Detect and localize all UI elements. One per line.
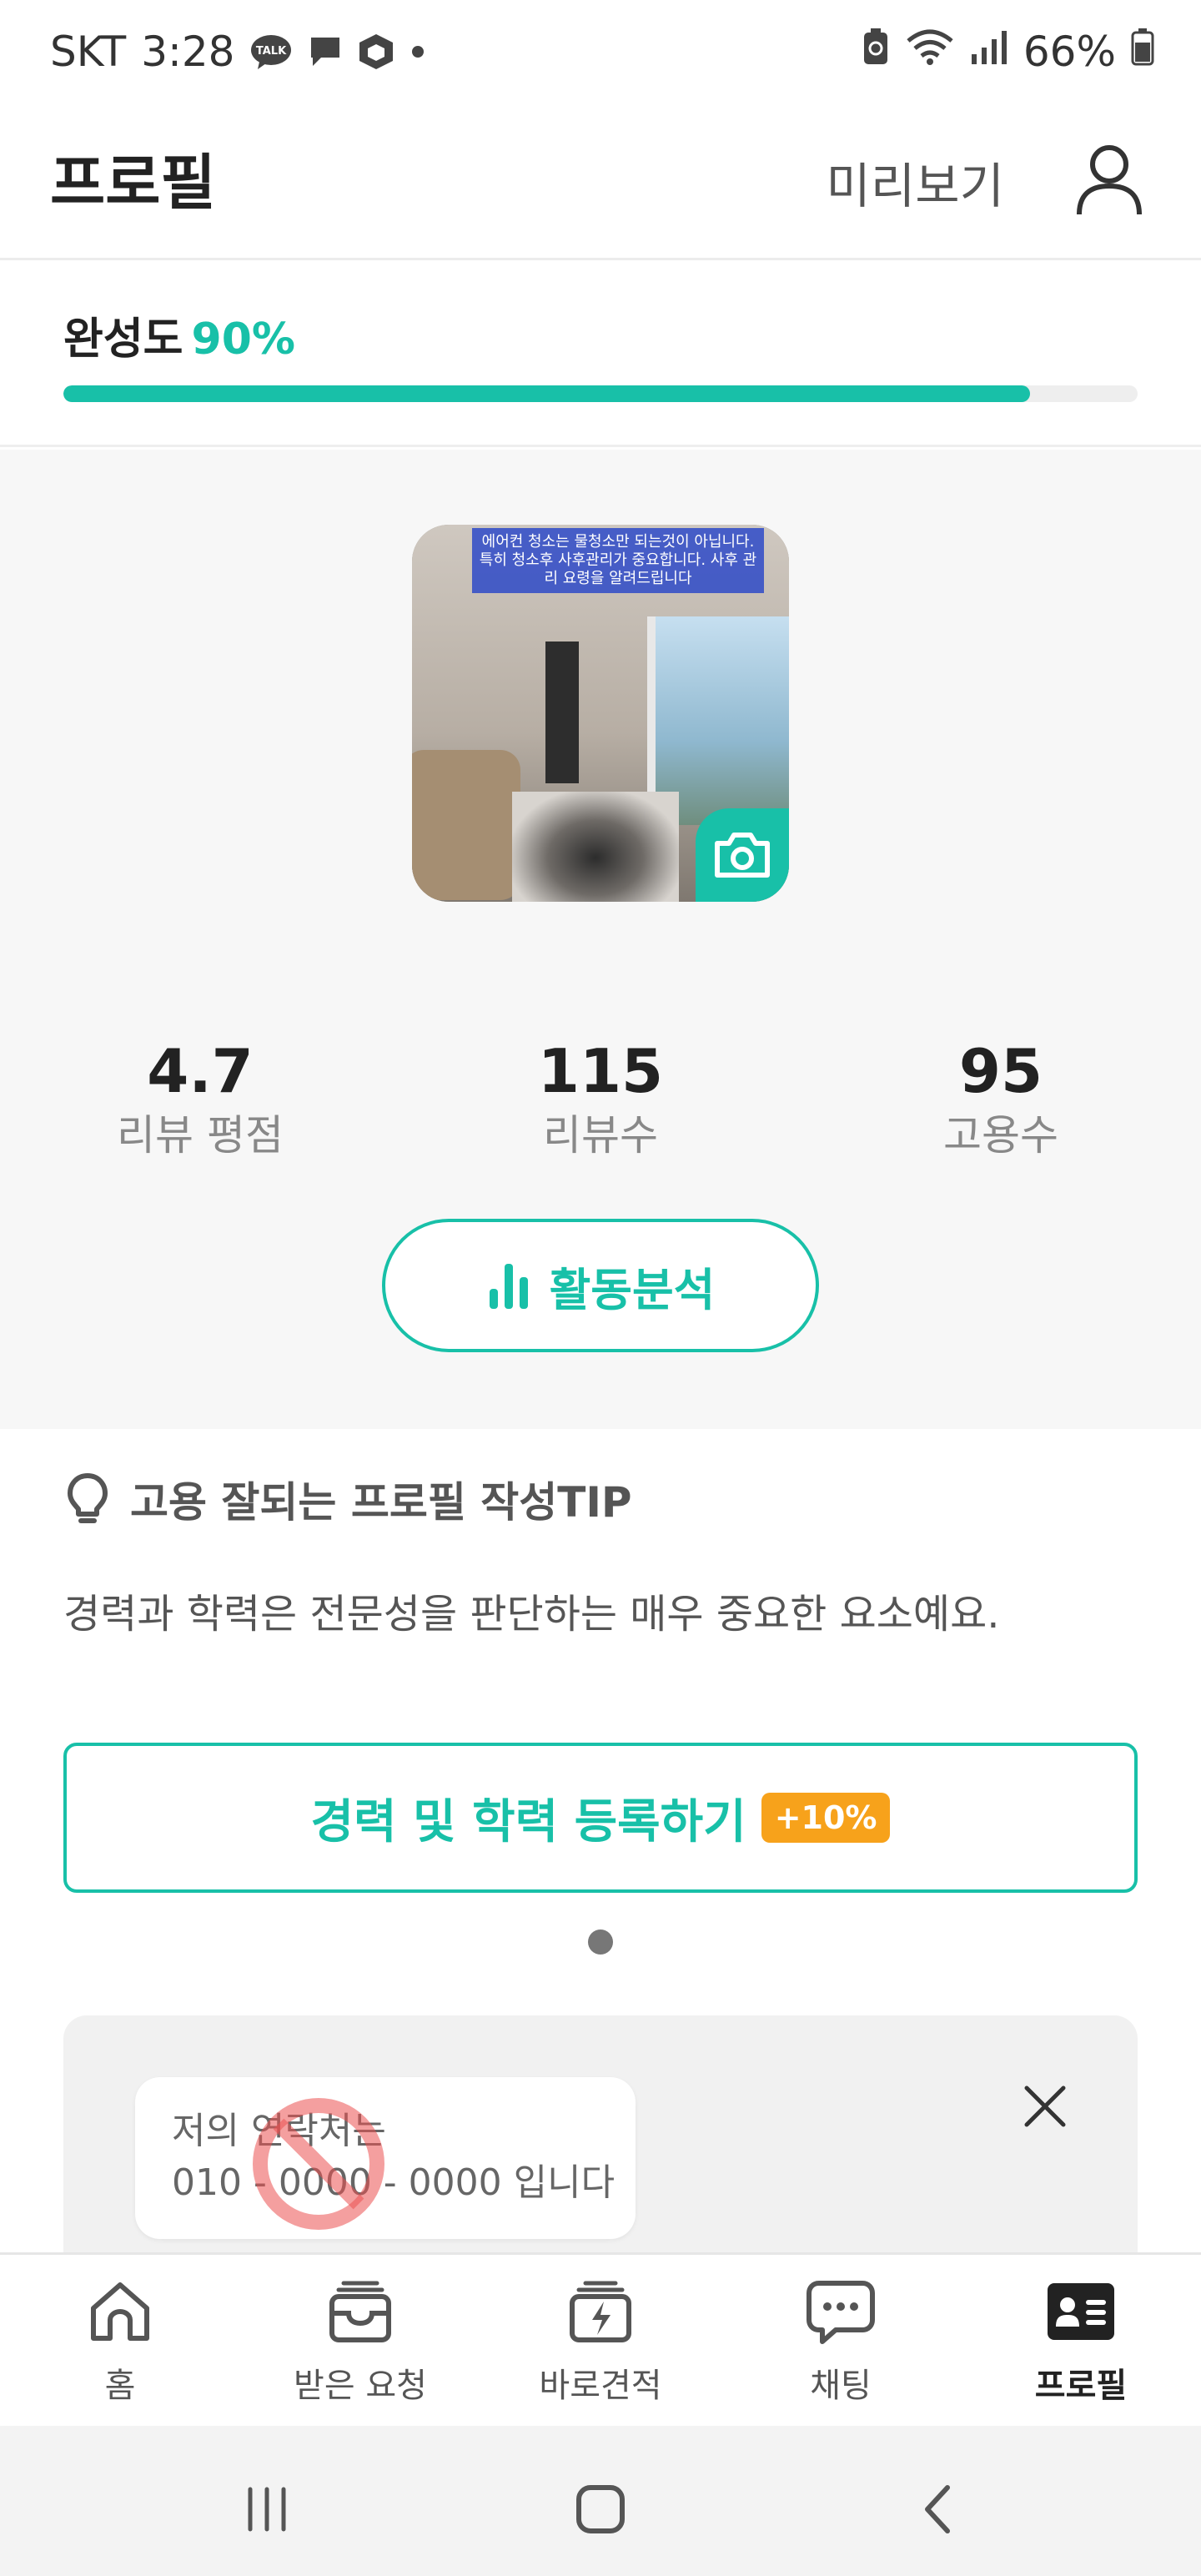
dot-icon — [410, 43, 426, 60]
status-bar: SKT 3:28 TALK 66% — [0, 0, 1201, 100]
message-icon — [308, 34, 343, 69]
prohibited-icon — [253, 2098, 384, 2230]
tip-title-text: 고용 잘되는 프로필 작성TIP — [130, 1478, 632, 1527]
camera-icon — [715, 833, 770, 878]
recent-apps-button[interactable] — [225, 2468, 309, 2551]
bar-chart-icon — [489, 1264, 528, 1309]
photo-cabinet — [545, 641, 579, 783]
back-arrow-icon — [925, 2485, 950, 2533]
stat-value: 115 — [537, 1036, 664, 1106]
close-button[interactable] — [1016, 2077, 1074, 2136]
nav-label: 바로견적 — [539, 2367, 662, 2405]
close-icon — [1024, 2085, 1066, 2127]
profile-tip-section: 고용 잘되는 프로필 작성TIP 경력과 학력은 전문성을 판단하는 매우 중요… — [0, 1429, 1201, 2013]
profile-photo[interactable]: 에어컨 청소는 물청소만 되는것이 아닙니다. 특히 청소후 사후관리가 중요합… — [412, 525, 789, 902]
wifi-icon — [905, 28, 955, 76]
completion-percent: 90% — [191, 314, 295, 365]
kakaotalk-icon: TALK — [249, 33, 293, 70]
stat-review-count: 115 리뷰수 — [475, 1034, 726, 1162]
nav-item-received-requests[interactable]: 받은 요청 — [260, 2275, 460, 2417]
completion-progress-fill — [63, 385, 1031, 402]
account-button[interactable] — [1068, 138, 1151, 222]
home-system-button[interactable] — [559, 2468, 642, 2551]
nav-item-profile[interactable]: 프로필 — [981, 2275, 1181, 2417]
nav-label: 프로필 — [1034, 2367, 1128, 2405]
stat-label: 고용수 — [943, 1111, 1058, 1160]
home-icon — [83, 2275, 157, 2348]
stat-hire-count: 95 고용수 — [876, 1034, 1126, 1162]
profile-summary: 에어컨 청소는 물청소만 되는것이 아닙니다. 특히 청소후 사후관리가 중요합… — [0, 450, 1201, 1429]
nav-label: 홈 — [104, 2367, 136, 2405]
status-right: 66% — [862, 25, 1154, 78]
stat-label: 리뷰 평점 — [117, 1111, 284, 1160]
change-photo-button[interactable] — [696, 808, 789, 902]
bottom-navigation: 홈 받은 요청 바로견적 채팅 프로필 — [0, 2252, 1201, 2426]
stat-value: 4.7 — [147, 1036, 254, 1106]
box-icon — [358, 33, 394, 71]
nav-item-quick-quote[interactable]: 바로견적 — [500, 2275, 701, 2417]
carrier: SKT — [50, 28, 127, 76]
nav-item-home[interactable]: 홈 — [20, 2275, 220, 2417]
contact-notice-card: 저의 연락처는 010 - 0000 - 0000 입니다 — [63, 2015, 1138, 2266]
stat-label: 리뷰수 — [543, 1111, 658, 1160]
photo-sofa — [412, 750, 520, 900]
completion-label: 완성도 90% — [63, 304, 295, 366]
page-title: 프로필 — [50, 148, 216, 218]
system-navigation-bar — [0, 2426, 1201, 2576]
svg-text:TALK: TALK — [256, 45, 287, 58]
battery-percent: 66% — [1023, 28, 1116, 76]
chat-icon — [804, 2275, 877, 2348]
battery-saver-icon — [862, 28, 890, 76]
app-header: 프로필 미리보기 — [0, 100, 1201, 260]
back-button[interactable] — [896, 2468, 979, 2551]
completion-section: 완성도 90% — [0, 260, 1201, 447]
carousel-indicator — [588, 1929, 613, 1955]
profile-card-icon — [1044, 2275, 1118, 2348]
photo-caption: 에어컨 청소는 물청소만 되는것이 아닙니다. 특히 청소후 사후관리가 중요합… — [472, 528, 764, 593]
bonus-badge: +10% — [761, 1793, 891, 1843]
person-icon — [1077, 145, 1142, 215]
nav-item-chat[interactable]: 채팅 — [741, 2275, 941, 2417]
stat-rating: 4.7 리뷰 평점 — [75, 1034, 325, 1162]
register-career-label: 경력 및 학력 등록하기 — [310, 1794, 746, 1849]
inbox-icon — [324, 2275, 397, 2348]
stats-row: 4.7 리뷰 평점 115 리뷰수 95 고용수 — [0, 1034, 1201, 1167]
status-left: SKT 3:28 TALK — [50, 25, 426, 78]
home-square-icon — [576, 2485, 625, 2533]
register-career-button[interactable]: 경력 및 학력 등록하기 +10% — [63, 1743, 1138, 1893]
completion-progress-bar — [63, 385, 1138, 402]
stat-value: 95 — [958, 1036, 1043, 1106]
nav-label: 받은 요청 — [294, 2367, 427, 2405]
clock: 3:28 — [141, 28, 235, 76]
preview-button[interactable]: 미리보기 — [827, 147, 1004, 217]
lightbulb-icon — [68, 1473, 108, 1523]
photo-floor-items — [512, 792, 679, 902]
signal-icon — [970, 28, 1008, 76]
tip-description: 경력과 학력은 전문성을 판단하는 매우 중요한 요소예요. — [63, 1591, 1000, 1638]
quick-quote-icon — [564, 2275, 637, 2348]
recent-apps-icon — [248, 2487, 286, 2532]
completion-title: 완성도 — [63, 314, 183, 365]
battery-icon — [1131, 28, 1154, 76]
activity-analysis-label: 활동분석 — [549, 1263, 716, 1316]
nav-label: 채팅 — [810, 2367, 872, 2405]
tip-title: 고용 잘되는 프로필 작성TIP — [67, 1469, 632, 1529]
activity-analysis-button[interactable]: 활동분석 — [382, 1219, 819, 1352]
